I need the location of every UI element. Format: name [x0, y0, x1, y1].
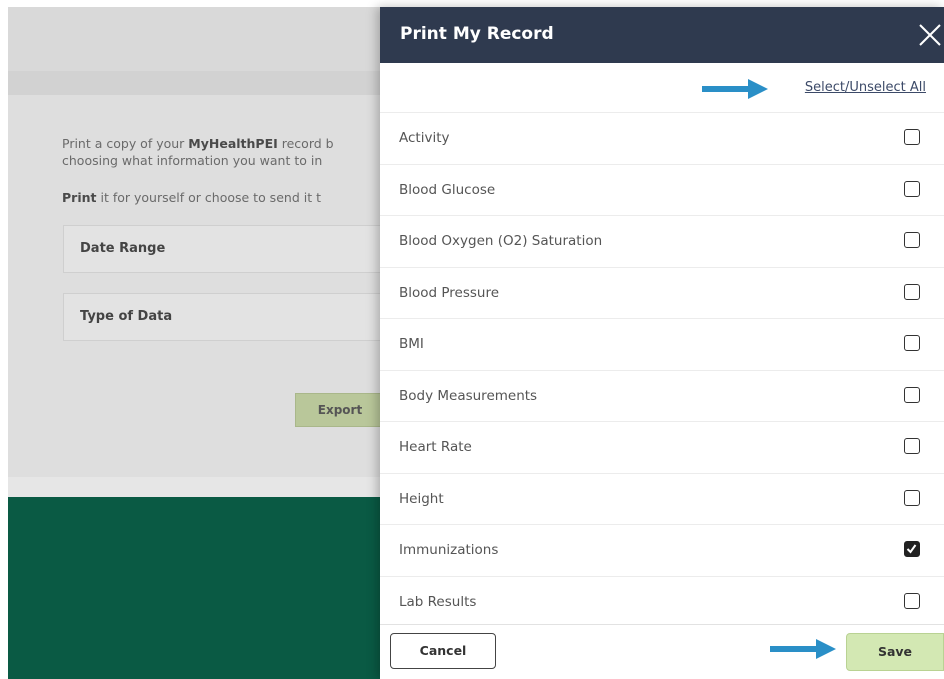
type-of-data-section[interactable]: Type of Data: [63, 293, 393, 341]
data-type-label: Height: [399, 490, 444, 507]
export-button[interactable]: Export: [295, 393, 385, 427]
print-text: Print it for yourself or choose to send …: [62, 190, 321, 205]
close-button[interactable]: [914, 19, 944, 51]
data-type-item[interactable]: Body Measurements: [380, 371, 944, 422]
select-unselect-all-link[interactable]: Select/Unselect All: [805, 80, 926, 95]
select-all-row: Select/Unselect All: [380, 63, 944, 113]
date-range-section[interactable]: Date Range: [63, 225, 393, 273]
data-type-label: Blood Pressure: [399, 284, 500, 301]
modal-header: Print My Record: [380, 7, 944, 63]
data-type-checkbox[interactable]: [904, 438, 920, 454]
data-type-label: Blood Oxygen (O2) Saturation: [399, 233, 603, 249]
cancel-button[interactable]: Cancel: [390, 633, 496, 669]
intro-text: Print a copy of your MyHealthPEI record …: [62, 136, 334, 151]
data-type-label: Blood Glucose: [399, 181, 496, 198]
data-type-item[interactable]: Height: [380, 474, 944, 525]
data-type-checkbox[interactable]: [904, 283, 920, 300]
data-type-checkbox[interactable]: [904, 386, 920, 403]
data-type-item[interactable]: Lab Results: [380, 577, 944, 628]
data-type-item[interactable]: Activity: [380, 113, 944, 165]
data-type-list: Activity Blood Glucose Blood Oxygen (O2) S…: [380, 113, 944, 628]
modal-footer: Cancel Save: [380, 624, 944, 679]
data-type-label: Activity: [399, 130, 450, 146]
data-type-label: Lab Results: [399, 593, 477, 610]
data-type-checkbox[interactable]: [904, 592, 920, 609]
modal-title: Print My Record: [400, 24, 554, 44]
data-type-checkbox[interactable]: [904, 232, 920, 248]
intro-text-line2: choosing what information you want to in: [62, 153, 323, 168]
data-type-checkbox[interactable]: [904, 335, 920, 351]
print-record-modal: Print My Record Select/Unselect All Acti…: [380, 7, 944, 679]
data-type-checkbox[interactable]: [904, 489, 920, 506]
data-type-item[interactable]: Blood Pressure: [380, 268, 944, 319]
data-type-item[interactable]: Blood Glucose: [380, 165, 944, 216]
data-type-item[interactable]: BMI: [380, 319, 944, 371]
data-type-label: Heart Rate: [399, 439, 472, 455]
save-button[interactable]: Save: [846, 633, 944, 671]
data-type-checkbox[interactable]: [904, 541, 920, 557]
data-type-item[interactable]: Blood Oxygen (O2) Saturation: [380, 216, 944, 268]
arrow-right-icon: [702, 79, 768, 99]
data-type-item[interactable]: Heart Rate: [380, 422, 944, 474]
data-type-item[interactable]: Immunizations: [380, 525, 944, 577]
data-type-checkbox[interactable]: [904, 180, 920, 197]
arrow-right-icon: [770, 639, 836, 659]
close-icon: [919, 24, 941, 46]
data-type-checkbox[interactable]: [904, 129, 920, 145]
data-type-label: Immunizations: [399, 542, 499, 558]
data-type-label: BMI: [399, 336, 424, 352]
checkmark-icon: [906, 544, 917, 554]
data-type-label: Body Measurements: [399, 387, 538, 404]
